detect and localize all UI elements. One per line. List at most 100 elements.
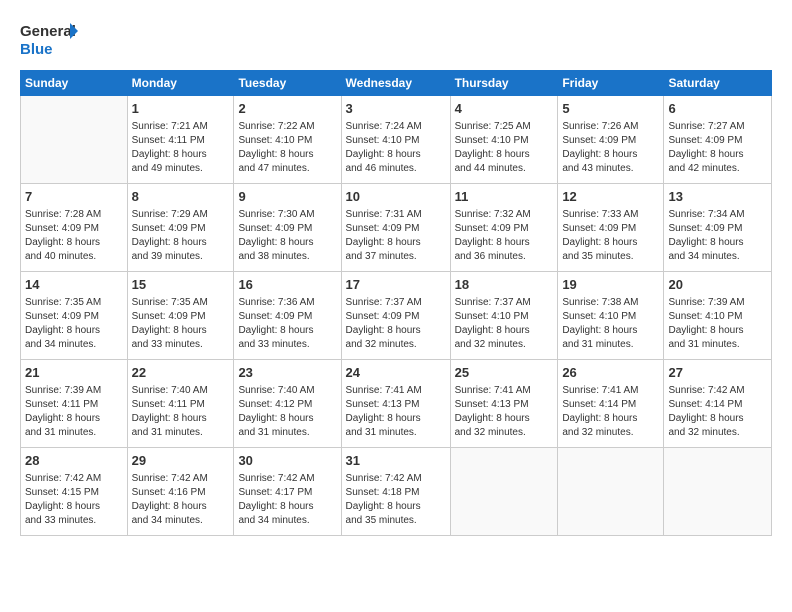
week-row-0: 1 Sunrise: 7:21 AM Sunset: 4:11 PM Daylig… bbox=[21, 96, 772, 184]
logo: General Blue bbox=[20, 18, 80, 60]
calendar-cell: 29Sunrise: 7:42 AM Sunset: 4:16 PM Dayli… bbox=[127, 448, 234, 536]
weekday-header-monday: Monday bbox=[127, 71, 234, 96]
day-info: Sunrise: 7:31 AM Sunset: 4:09 PM Dayligh… bbox=[346, 208, 446, 264]
calendar-cell: 8 Sunrise: 7:29 AM Sunset: 4:09 PM Daylig… bbox=[127, 184, 234, 272]
calendar-cell: 11Sunrise: 7:32 AM Sunset: 4:09 PM Dayli… bbox=[450, 184, 558, 272]
calendar-body: 1 Sunrise: 7:21 AM Sunset: 4:11 PM Daylig… bbox=[21, 96, 772, 536]
day-info: Sunrise: 7:21 AM Sunset: 4:11 PM Dayligh… bbox=[132, 120, 230, 176]
day-number: 25 bbox=[455, 364, 554, 382]
calendar-cell: 9 Sunrise: 7:30 AM Sunset: 4:09 PM Daylig… bbox=[234, 184, 341, 272]
calendar-cell: 17 Sunrise: 7:37 AM Sunset: 4:09 PM Dayli… bbox=[341, 272, 450, 360]
weekday-header-sunday: Sunday bbox=[21, 71, 128, 96]
day-info: Sunrise: 7:41 AM Sunset: 4:13 PM Dayligh… bbox=[455, 384, 554, 440]
day-info: Sunrise: 7:37 AM Sunset: 4:10 PM Dayligh… bbox=[455, 296, 554, 352]
day-number: 4 bbox=[455, 100, 554, 118]
day-info: Sunrise: 7:42 AM Sunset: 4:16 PM Dayligh… bbox=[132, 472, 230, 528]
day-number: 27 bbox=[668, 364, 767, 382]
day-number: 3 bbox=[346, 100, 446, 118]
page: General Blue SundayMondayTuesdayWednesda… bbox=[0, 0, 792, 612]
day-number: 28 bbox=[25, 452, 123, 470]
calendar-cell: 7 Sunrise: 7:28 AM Sunset: 4:09 PM Daylig… bbox=[21, 184, 128, 272]
day-info: Sunrise: 7:39 AM Sunset: 4:10 PM Dayligh… bbox=[668, 296, 767, 352]
day-number: 7 bbox=[25, 188, 123, 206]
calendar-cell: 5 Sunrise: 7:26 AM Sunset: 4:09 PM Daylig… bbox=[558, 96, 664, 184]
day-info: Sunrise: 7:28 AM Sunset: 4:09 PM Dayligh… bbox=[25, 208, 123, 264]
calendar-cell bbox=[664, 448, 772, 536]
day-number: 12 bbox=[562, 188, 659, 206]
week-row-1: 7 Sunrise: 7:28 AM Sunset: 4:09 PM Daylig… bbox=[21, 184, 772, 272]
logo-svg: General Blue bbox=[20, 18, 80, 60]
calendar-cell: 15 Sunrise: 7:35 AM Sunset: 4:09 PM Dayli… bbox=[127, 272, 234, 360]
weekday-header-thursday: Thursday bbox=[450, 71, 558, 96]
day-number: 23 bbox=[238, 364, 336, 382]
day-info: Sunrise: 7:25 AM Sunset: 4:10 PM Dayligh… bbox=[455, 120, 554, 176]
calendar-cell: 2 Sunrise: 7:22 AM Sunset: 4:10 PM Daylig… bbox=[234, 96, 341, 184]
calendar-cell: 14 Sunrise: 7:35 AM Sunset: 4:09 PM Dayli… bbox=[21, 272, 128, 360]
day-info: Sunrise: 7:42 AM Sunset: 4:14 PM Dayligh… bbox=[668, 384, 767, 440]
day-number: 22 bbox=[132, 364, 230, 382]
calendar-cell: 1 Sunrise: 7:21 AM Sunset: 4:11 PM Daylig… bbox=[127, 96, 234, 184]
day-number: 5 bbox=[562, 100, 659, 118]
svg-text:Blue: Blue bbox=[20, 41, 53, 58]
weekday-header-saturday: Saturday bbox=[664, 71, 772, 96]
week-row-3: 21Sunrise: 7:39 AM Sunset: 4:11 PM Dayli… bbox=[21, 360, 772, 448]
day-number: 10 bbox=[346, 188, 446, 206]
day-number: 8 bbox=[132, 188, 230, 206]
calendar-cell: 26Sunrise: 7:41 AM Sunset: 4:14 PM Dayli… bbox=[558, 360, 664, 448]
day-number: 2 bbox=[238, 100, 336, 118]
calendar-cell bbox=[21, 96, 128, 184]
day-info: Sunrise: 7:26 AM Sunset: 4:09 PM Dayligh… bbox=[562, 120, 659, 176]
calendar-cell: 10 Sunrise: 7:31 AM Sunset: 4:09 PM Dayli… bbox=[341, 184, 450, 272]
day-number: 20 bbox=[668, 276, 767, 294]
week-row-2: 14 Sunrise: 7:35 AM Sunset: 4:09 PM Dayli… bbox=[21, 272, 772, 360]
day-info: Sunrise: 7:27 AM Sunset: 4:09 PM Dayligh… bbox=[668, 120, 767, 176]
calendar-cell: 28Sunrise: 7:42 AM Sunset: 4:15 PM Dayli… bbox=[21, 448, 128, 536]
day-info: Sunrise: 7:41 AM Sunset: 4:13 PM Dayligh… bbox=[346, 384, 446, 440]
day-number: 18 bbox=[455, 276, 554, 294]
day-info: Sunrise: 7:32 AM Sunset: 4:09 PM Dayligh… bbox=[455, 208, 554, 264]
calendar-cell: 19Sunrise: 7:38 AM Sunset: 4:10 PM Dayli… bbox=[558, 272, 664, 360]
calendar-cell: 4 Sunrise: 7:25 AM Sunset: 4:10 PM Daylig… bbox=[450, 96, 558, 184]
day-number: 6 bbox=[668, 100, 767, 118]
day-info: Sunrise: 7:39 AM Sunset: 4:11 PM Dayligh… bbox=[25, 384, 123, 440]
calendar-cell: 18 Sunrise: 7:37 AM Sunset: 4:10 PM Dayli… bbox=[450, 272, 558, 360]
calendar-cell: 23 Sunrise: 7:40 AM Sunset: 4:12 PM Dayli… bbox=[234, 360, 341, 448]
weekday-header-friday: Friday bbox=[558, 71, 664, 96]
calendar-cell: 25 Sunrise: 7:41 AM Sunset: 4:13 PM Dayli… bbox=[450, 360, 558, 448]
weekday-header-tuesday: Tuesday bbox=[234, 71, 341, 96]
weekday-header-wednesday: Wednesday bbox=[341, 71, 450, 96]
day-number: 14 bbox=[25, 276, 123, 294]
day-info: Sunrise: 7:35 AM Sunset: 4:09 PM Dayligh… bbox=[132, 296, 230, 352]
svg-text:General: General bbox=[20, 23, 76, 40]
day-info: Sunrise: 7:22 AM Sunset: 4:10 PM Dayligh… bbox=[238, 120, 336, 176]
day-number: 9 bbox=[238, 188, 336, 206]
day-number: 31 bbox=[346, 452, 446, 470]
calendar-cell: 6 Sunrise: 7:27 AM Sunset: 4:09 PM Daylig… bbox=[664, 96, 772, 184]
day-info: Sunrise: 7:30 AM Sunset: 4:09 PM Dayligh… bbox=[238, 208, 336, 264]
day-number: 30 bbox=[238, 452, 336, 470]
day-info: Sunrise: 7:42 AM Sunset: 4:17 PM Dayligh… bbox=[238, 472, 336, 528]
day-number: 19 bbox=[562, 276, 659, 294]
calendar-cell: 16Sunrise: 7:36 AM Sunset: 4:09 PM Dayli… bbox=[234, 272, 341, 360]
calendar-cell: 30 Sunrise: 7:42 AM Sunset: 4:17 PM Dayli… bbox=[234, 448, 341, 536]
calendar-cell: 3Sunrise: 7:24 AM Sunset: 4:10 PM Daylig… bbox=[341, 96, 450, 184]
day-number: 26 bbox=[562, 364, 659, 382]
calendar-cell: 27 Sunrise: 7:42 AM Sunset: 4:14 PM Dayli… bbox=[664, 360, 772, 448]
calendar-cell bbox=[450, 448, 558, 536]
calendar-cell: 21Sunrise: 7:39 AM Sunset: 4:11 PM Dayli… bbox=[21, 360, 128, 448]
day-info: Sunrise: 7:34 AM Sunset: 4:09 PM Dayligh… bbox=[668, 208, 767, 264]
day-info: Sunrise: 7:42 AM Sunset: 4:18 PM Dayligh… bbox=[346, 472, 446, 528]
day-info: Sunrise: 7:40 AM Sunset: 4:12 PM Dayligh… bbox=[238, 384, 336, 440]
day-info: Sunrise: 7:40 AM Sunset: 4:11 PM Dayligh… bbox=[132, 384, 230, 440]
day-number: 15 bbox=[132, 276, 230, 294]
weekday-header-row: SundayMondayTuesdayWednesdayThursdayFrid… bbox=[21, 71, 772, 96]
day-number: 1 bbox=[132, 100, 230, 118]
calendar-cell: 12Sunrise: 7:33 AM Sunset: 4:09 PM Dayli… bbox=[558, 184, 664, 272]
day-info: Sunrise: 7:35 AM Sunset: 4:09 PM Dayligh… bbox=[25, 296, 123, 352]
calendar-cell: 20 Sunrise: 7:39 AM Sunset: 4:10 PM Dayli… bbox=[664, 272, 772, 360]
day-info: Sunrise: 7:37 AM Sunset: 4:09 PM Dayligh… bbox=[346, 296, 446, 352]
day-info: Sunrise: 7:29 AM Sunset: 4:09 PM Dayligh… bbox=[132, 208, 230, 264]
day-number: 17 bbox=[346, 276, 446, 294]
calendar-cell: 22 Sunrise: 7:40 AM Sunset: 4:11 PM Dayli… bbox=[127, 360, 234, 448]
header: General Blue bbox=[20, 18, 772, 60]
